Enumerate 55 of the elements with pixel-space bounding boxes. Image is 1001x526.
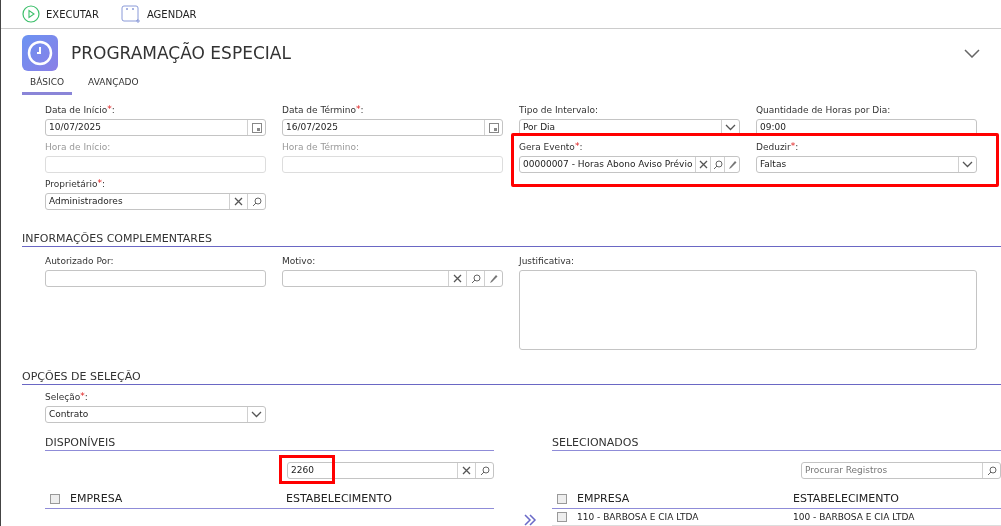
clear-icon[interactable] bbox=[462, 466, 471, 475]
lookup-field[interactable] bbox=[282, 270, 503, 287]
clear-icon[interactable] bbox=[453, 274, 462, 283]
column-header[interactable]: EMPRESA bbox=[577, 492, 793, 505]
input-field[interactable] bbox=[45, 270, 266, 287]
column-header[interactable]: ESTABELECIMENTO bbox=[793, 492, 993, 505]
toolbar-button[interactable]: AGENDAR bbox=[120, 4, 197, 25]
tab[interactable]: BÁSICO bbox=[22, 74, 73, 96]
section-title: INFORMAÇÕES COMPLEMENTARES bbox=[22, 232, 1001, 247]
search-icon[interactable] bbox=[470, 273, 481, 284]
field-label: Motivo: bbox=[282, 255, 317, 268]
chevron-down-icon[interactable] bbox=[964, 48, 980, 58]
search-icon[interactable] bbox=[479, 465, 490, 476]
panel-title: SELECIONADOS bbox=[552, 436, 1001, 451]
field-label: Hora de Término: bbox=[282, 141, 361, 155]
section-title: OPÇÕES DE SELEÇÃO bbox=[22, 370, 1001, 385]
column-header[interactable]: EMPRESA bbox=[70, 492, 286, 505]
field-label: Justificativa: bbox=[519, 255, 576, 268]
checkbox[interactable] bbox=[50, 493, 60, 504]
calendar-icon[interactable] bbox=[251, 122, 262, 133]
page-title: PROGRAMAÇÃO ESPECIAL bbox=[71, 43, 292, 64]
lookup-field[interactable]: 00000007 - Horas Abono Aviso Prévio bbox=[519, 156, 740, 174]
field-label: Hora de Início: bbox=[45, 141, 112, 155]
search-icon[interactable] bbox=[712, 159, 723, 170]
table-cell-text: 100 - BARBOSA E CIA LTDA bbox=[793, 512, 916, 522]
calendar-icon bbox=[120, 4, 141, 25]
play-icon bbox=[22, 5, 40, 24]
date-field[interactable]: 10/07/2025 bbox=[45, 119, 266, 137]
search-icon[interactable] bbox=[251, 196, 262, 207]
panel-title: DISPONÍVEIS bbox=[45, 436, 494, 451]
pencil-icon[interactable] bbox=[727, 159, 737, 170]
checkbox[interactable] bbox=[557, 512, 567, 522]
clear-icon[interactable] bbox=[698, 160, 708, 170]
table-cell-text: 110 - BARBOSA E CIA LTDA bbox=[577, 512, 700, 522]
chevron-down-icon[interactable] bbox=[962, 161, 973, 169]
lookup-field[interactable]: Administradores bbox=[45, 193, 266, 211]
date-field[interactable]: 16/07/2025 bbox=[282, 119, 503, 137]
field-label: Quantidade de Horas por Dia: bbox=[756, 104, 892, 118]
chevron-down-icon[interactable] bbox=[251, 411, 262, 418]
search-field[interactable]: Procurar Registros bbox=[801, 462, 1001, 479]
toolbar-button[interactable]: EXECUTAR bbox=[22, 5, 99, 24]
chevron-down-icon[interactable] bbox=[725, 124, 736, 132]
tab[interactable]: AVANÇADO bbox=[80, 74, 147, 96]
search-icon[interactable] bbox=[986, 465, 997, 476]
field-label: Tipo de Intervalo: bbox=[519, 104, 599, 118]
search-field[interactable]: 2260 bbox=[287, 462, 494, 479]
field-label: Autorizado Por: bbox=[45, 255, 115, 268]
pencil-icon[interactable] bbox=[489, 273, 498, 284]
checkbox[interactable] bbox=[557, 493, 567, 504]
calendar-icon[interactable] bbox=[488, 122, 499, 133]
select-field[interactable]: Faltas bbox=[756, 156, 977, 174]
column-header[interactable]: ESTABELECIMENTO bbox=[286, 492, 486, 505]
clear-icon[interactable] bbox=[234, 197, 243, 207]
double-chevron-icon[interactable] bbox=[523, 514, 537, 526]
select-field[interactable]: Contrato bbox=[45, 406, 266, 423]
